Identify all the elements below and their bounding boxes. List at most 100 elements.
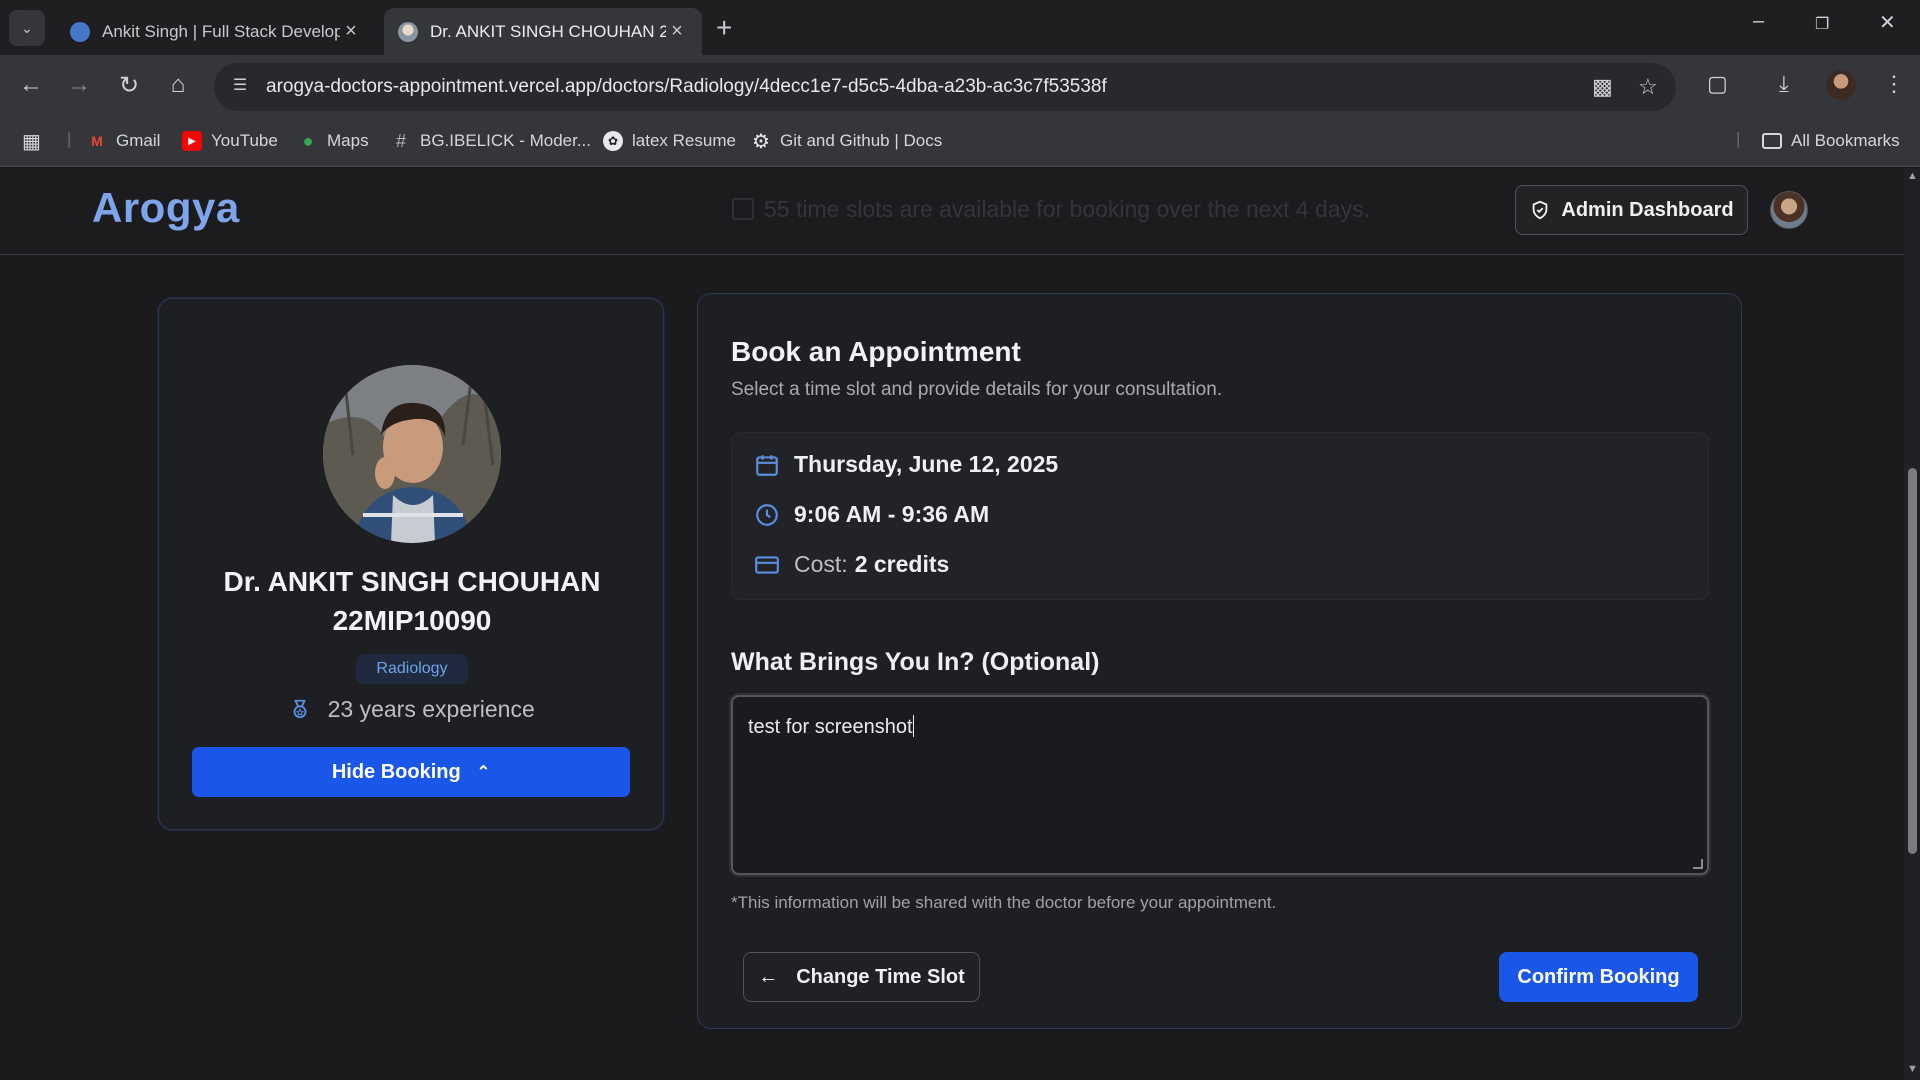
page-content: Arogya 55 time slots are available for b… bbox=[0, 168, 1904, 1080]
site-info-icon[interactable]: ☰ bbox=[228, 75, 252, 99]
bookmark-label: Maps bbox=[327, 131, 369, 150]
gmail-icon: M bbox=[91, 133, 103, 149]
change-time-slot-label: Change Time Slot bbox=[796, 965, 965, 988]
privacy-note: *This information will be shared with th… bbox=[731, 893, 1277, 912]
calendar-icon bbox=[756, 454, 778, 476]
address-bar[interactable]: ☰ arogya-doctors-appointment.vercel.app/… bbox=[214, 63, 1676, 111]
doctor-profile-card: Dr. ANKIT SINGH CHOUHAN 22MIP10090 Radio… bbox=[158, 298, 664, 830]
confirm-booking-label: Confirm Booking bbox=[1517, 965, 1680, 988]
cost-value: 2 credits bbox=[854, 551, 950, 577]
slots-info-label: 55 time slots are available for booking … bbox=[764, 196, 1371, 222]
scroll-up-icon[interactable]: ▲ bbox=[1907, 170, 1918, 182]
bookmark-youtube[interactable]: ▶ YouTube bbox=[182, 131, 278, 151]
doctor-name-line: Dr. ANKIT SINGH CHOUHAN bbox=[223, 566, 601, 597]
bookmark-label: Gmail bbox=[116, 131, 161, 150]
scroll-thumb[interactable] bbox=[1908, 468, 1917, 854]
back-icon[interactable]: ← bbox=[15, 71, 47, 99]
tab-title: Ankit Singh | Full Stack Develop bbox=[102, 21, 340, 41]
all-bookmarks-label: All Bookmarks bbox=[1791, 131, 1900, 150]
experience-row: 23 years experience bbox=[159, 696, 665, 723]
slot-time: 9:06 AM - 9:36 AM bbox=[794, 501, 990, 527]
slots-info-text: 55 time slots are available for booking … bbox=[732, 196, 1370, 223]
site-header: Arogya 55 time slots are available for b… bbox=[0, 168, 1904, 255]
booking-card: Book an Appointment Select a time slot a… bbox=[697, 293, 1742, 1029]
divider: | bbox=[67, 129, 72, 148]
portfolio-favicon-icon bbox=[70, 21, 90, 42]
bookmark-git[interactable]: ⚙ Git and Github | Docs bbox=[751, 130, 943, 153]
gear-icon: ⚙ bbox=[752, 130, 770, 153]
restore-icon[interactable]: ❐ bbox=[1815, 14, 1829, 34]
calendar-icon bbox=[732, 198, 754, 220]
selected-slot-summary: Thursday, June 12, 2025 9:06 AM - 9:36 A… bbox=[731, 432, 1709, 600]
reload-icon[interactable]: ↻ bbox=[113, 71, 145, 100]
divider: | bbox=[1736, 129, 1741, 148]
download-icon[interactable]: ⤓ bbox=[1779, 71, 1789, 97]
shield-check-icon bbox=[1533, 200, 1548, 220]
bookmark-label: YouTube bbox=[211, 131, 278, 150]
slot-cost-row: Cost: 2 credits bbox=[754, 551, 949, 578]
all-bookmarks[interactable]: All Bookmarks bbox=[1762, 131, 1900, 151]
booking-subtitle: Select a time slot and provide details f… bbox=[731, 379, 1223, 400]
profile-avatar[interactable] bbox=[1826, 70, 1856, 100]
minimize-icon[interactable]: – bbox=[1753, 10, 1764, 33]
bookmark-label: Git and Github | Docs bbox=[780, 131, 943, 150]
admin-dashboard-label: Admin Dashboard bbox=[1561, 198, 1734, 221]
text-caret bbox=[912, 715, 914, 737]
bookmark-bgibelick[interactable]: # BG.IBELICK - Moder... bbox=[391, 131, 591, 151]
overleaf-icon: ✿ bbox=[603, 131, 623, 151]
tab-search-button[interactable]: ⌄ bbox=[9, 10, 45, 46]
doctor-favicon-icon bbox=[398, 21, 418, 42]
description-heading: What Brings You In? (Optional) bbox=[731, 648, 1100, 676]
tab-doctor[interactable]: Dr. ANKIT SINGH CHOUHAN 22 × bbox=[384, 8, 702, 55]
description-textarea[interactable]: test for screenshot bbox=[731, 695, 1709, 875]
tab-strip: ⌄ Ankit Singh | Full Stack Develop × Dr.… bbox=[0, 0, 1920, 55]
youtube-icon: ▶ bbox=[182, 131, 202, 151]
folder-icon bbox=[1762, 133, 1782, 149]
doctor-photo bbox=[323, 365, 501, 543]
new-tab-icon[interactable]: + bbox=[716, 12, 732, 44]
brand-logo[interactable]: Arogya bbox=[92, 184, 240, 232]
hash-icon: # bbox=[395, 130, 406, 151]
browser-toolbar: ← → ↻ ⌂ ☰ arogya-doctors-appointment.ver… bbox=[0, 55, 1920, 119]
url-text: arogya-doctors-appointment.vercel.app/do… bbox=[266, 76, 1107, 97]
change-time-slot-button[interactable]: ← Change Time Slot bbox=[743, 952, 980, 1002]
menu-kebab-icon[interactable]: ⋮ bbox=[1883, 71, 1905, 97]
tab-portfolio[interactable]: Ankit Singh | Full Stack Develop × bbox=[56, 8, 376, 55]
bookmark-label: BG.IBELICK - Moder... bbox=[420, 131, 592, 150]
description-text: test for screenshot bbox=[748, 716, 913, 738]
apps-grid-icon[interactable]: ▦ bbox=[22, 129, 41, 154]
bookmark-gmail[interactable]: M Gmail bbox=[87, 131, 160, 151]
close-tab-icon[interactable]: × bbox=[666, 20, 688, 43]
confirm-booking-button[interactable]: Confirm Booking bbox=[1499, 952, 1698, 1002]
booking-title: Book an Appointment bbox=[731, 336, 1021, 367]
bookmark-label: latex Resume bbox=[632, 131, 736, 150]
cost-label: Cost: bbox=[794, 551, 848, 577]
hide-booking-label: Hide Booking bbox=[331, 760, 461, 783]
tab-title: Dr. ANKIT SINGH CHOUHAN 22 bbox=[430, 21, 666, 41]
bookmark-star-icon[interactable]: ☆ bbox=[1638, 74, 1658, 100]
clock-icon bbox=[756, 503, 778, 526]
page-scrollbar[interactable]: ▲ ▼ bbox=[1904, 168, 1920, 1080]
forward-icon[interactable]: → bbox=[63, 71, 95, 99]
slot-date: Thursday, June 12, 2025 bbox=[794, 451, 1059, 477]
bookmark-latex[interactable]: ✿ latex Resume bbox=[603, 131, 736, 151]
scroll-down-icon[interactable]: ▼ bbox=[1907, 1063, 1918, 1075]
close-window-icon[interactable]: ✕ bbox=[1879, 10, 1896, 35]
close-tab-icon[interactable]: × bbox=[340, 20, 362, 43]
bookmarks-bar: ▦ | M Gmail ▶ YouTube ● Maps # BG.IBELIC… bbox=[0, 119, 1920, 167]
extensions-icon[interactable]: ▢ bbox=[1707, 71, 1728, 97]
bookmark-maps[interactable]: ● Maps bbox=[298, 131, 369, 151]
doctor-id-line: 22MIP10090 bbox=[332, 605, 492, 636]
home-icon[interactable]: ⌂ bbox=[162, 71, 194, 99]
slot-date-row: Thursday, June 12, 2025 bbox=[754, 451, 1058, 478]
chevron-down-icon: ⌄ bbox=[21, 19, 33, 36]
resize-handle[interactable] bbox=[1693, 859, 1703, 869]
experience-label: 23 years experience bbox=[327, 696, 535, 722]
hide-booking-button[interactable]: Hide Booking ⌃ bbox=[192, 747, 630, 797]
maps-icon: ● bbox=[302, 130, 314, 151]
slot-time-row: 9:06 AM - 9:36 AM bbox=[754, 501, 989, 528]
admin-dashboard-button[interactable]: Admin Dashboard bbox=[1515, 185, 1748, 235]
translate-icon[interactable]: ▩ bbox=[1592, 74, 1613, 100]
user-avatar[interactable] bbox=[1770, 191, 1808, 229]
credit-card-icon bbox=[755, 555, 779, 574]
